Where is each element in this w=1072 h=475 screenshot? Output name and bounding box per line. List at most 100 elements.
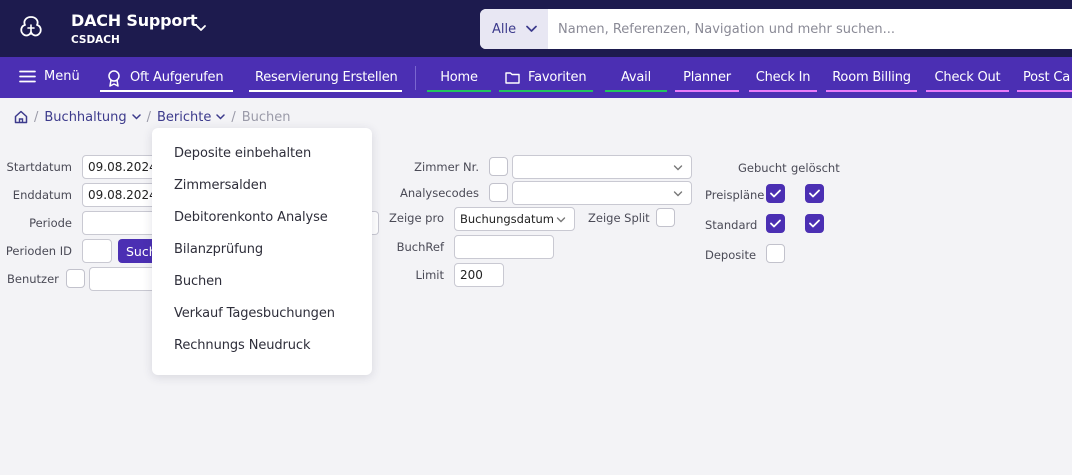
nav-underline bbox=[427, 90, 491, 92]
preisplaene-label: Preispläne bbox=[705, 188, 765, 202]
zimmer-checkbox[interactable] bbox=[489, 157, 508, 176]
nav-item-planner[interactable]: Planner bbox=[675, 57, 739, 98]
standard-gebucht-checkbox[interactable] bbox=[766, 214, 785, 233]
nav-item-label: Check Out bbox=[934, 70, 1001, 85]
nav-item-post-charges[interactable]: Post Ca bbox=[1017, 57, 1072, 98]
search-input[interactable] bbox=[548, 9, 1072, 49]
app-logo-icon[interactable] bbox=[18, 14, 44, 42]
standard-label: Standard bbox=[705, 218, 758, 232]
check-icon bbox=[809, 219, 820, 228]
menu-item-verkauf-tagesbuchungen[interactable]: Verkauf Tagesbuchungen bbox=[152, 297, 372, 329]
zimmer-select[interactable] bbox=[512, 155, 692, 179]
buchref-input[interactable] bbox=[454, 235, 554, 259]
benutzer-input[interactable] bbox=[89, 267, 159, 291]
check-icon bbox=[809, 189, 820, 198]
enddatum-label: Enddatum bbox=[12, 188, 72, 202]
breadcrumb-berichte[interactable]: Berichte bbox=[157, 110, 226, 125]
menu-button[interactable]: Menü bbox=[19, 69, 80, 84]
benutzer-checkbox[interactable] bbox=[66, 269, 85, 288]
zeige-pro-label: Zeige pro bbox=[389, 211, 444, 225]
nav-item-label: Avail bbox=[620, 70, 651, 85]
menu-item-deposite-einbehalten[interactable]: Deposite einbehalten bbox=[152, 137, 372, 169]
chevron-down-icon[interactable] bbox=[194, 21, 208, 35]
nav-item-label: Reservierung Erstellen bbox=[255, 70, 398, 85]
breadcrumb-label: Buchhaltung bbox=[44, 109, 127, 125]
nav-item-label: Post Ca bbox=[1023, 70, 1070, 85]
zimmer-label: Zimmer Nr. bbox=[414, 160, 479, 174]
nav-underline bbox=[1017, 90, 1072, 92]
search-scope-label: Alle bbox=[492, 21, 517, 37]
nav-item-label: Oft Aufgerufen bbox=[130, 70, 224, 85]
perioden-id-input[interactable] bbox=[82, 239, 112, 263]
standard-geloescht-checkbox[interactable] bbox=[805, 214, 824, 233]
nav-underline bbox=[249, 90, 402, 92]
deposite-gebucht-checkbox[interactable] bbox=[766, 244, 785, 263]
menu-item-debitorenkonto-analyse[interactable]: Debitorenkonto Analyse bbox=[152, 201, 372, 233]
nav-underline bbox=[499, 90, 593, 92]
chevron-down-icon bbox=[556, 217, 566, 223]
preisplaene-gebucht-checkbox[interactable] bbox=[766, 184, 785, 203]
nav-item-label: Room Billing bbox=[832, 70, 911, 85]
nav-item-check-in[interactable]: Check In bbox=[749, 57, 817, 98]
col-gebucht-label: Gebucht bbox=[738, 161, 787, 175]
preisplaene-geloescht-checkbox[interactable] bbox=[805, 184, 824, 203]
perioden-id-label: Perioden ID bbox=[5, 244, 72, 258]
menu-label: Menü bbox=[44, 69, 80, 84]
nav-item-reservierung-erstellen[interactable]: Reservierung Erstellen bbox=[249, 57, 402, 98]
chevron-down-icon bbox=[131, 114, 141, 120]
nav-item-label: Favoriten bbox=[528, 70, 587, 85]
nav-item-label: Home bbox=[440, 70, 478, 85]
menu-item-rechnungs-neudruck[interactable]: Rechnungs Neudruck bbox=[152, 329, 372, 361]
limit-input[interactable]: 200 bbox=[454, 263, 504, 287]
award-icon bbox=[108, 69, 120, 87]
top-header: DACH Support CSDACH Alle bbox=[0, 0, 1072, 57]
enddatum-input[interactable]: 09.08.2024 bbox=[82, 183, 162, 207]
nav-underline bbox=[675, 90, 739, 92]
nav-item-oft-aufgerufen[interactable]: Oft Aufgerufen bbox=[100, 57, 233, 98]
breadcrumb-separator: / bbox=[146, 109, 151, 125]
nav-underline bbox=[605, 90, 667, 92]
check-icon bbox=[770, 189, 781, 198]
col-geloescht-label: gelöscht bbox=[791, 161, 840, 175]
breadcrumb: / Buchhaltung / Berichte / Buchen bbox=[14, 108, 291, 126]
nav-item-label: Planner bbox=[683, 70, 731, 85]
menu-item-bilanzpruefung[interactable]: Bilanzprüfung bbox=[152, 233, 372, 265]
folder-icon bbox=[505, 72, 520, 84]
nav-item-avail[interactable]: Avail bbox=[605, 57, 667, 98]
org-name[interactable]: DACH Support bbox=[71, 11, 198, 30]
berichte-dropdown-menu: Deposite einbehalten Zimmersalden Debito… bbox=[152, 128, 372, 375]
home-icon[interactable] bbox=[14, 110, 28, 124]
deposite-label: Deposite bbox=[705, 248, 757, 262]
chevron-down-icon bbox=[526, 25, 537, 32]
nav-underline bbox=[100, 90, 233, 92]
nav-item-home[interactable]: Home bbox=[427, 57, 491, 98]
nav-item-check-out[interactable]: Check Out bbox=[926, 57, 1009, 98]
main-nav: Menü Oft Aufgerufen Reservierung Erstell… bbox=[0, 57, 1072, 98]
periode-input[interactable] bbox=[82, 211, 162, 235]
analysecodes-label: Analysecodes bbox=[400, 186, 479, 200]
chevron-down-icon bbox=[673, 191, 683, 197]
breadcrumb-buchhaltung[interactable]: Buchhaltung bbox=[44, 109, 141, 125]
breadcrumb-separator: / bbox=[34, 109, 39, 125]
buchref-label: BuchRef bbox=[396, 240, 444, 254]
breadcrumb-current: Buchen bbox=[241, 109, 291, 125]
zeige-pro-select[interactable]: Buchungsdatum bbox=[454, 207, 575, 231]
nav-underline bbox=[749, 90, 817, 92]
periode-label: Periode bbox=[29, 216, 72, 230]
nav-item-favoriten[interactable]: Favoriten bbox=[499, 57, 593, 98]
hamburger-icon bbox=[19, 70, 36, 83]
search-scope-select[interactable]: Alle bbox=[480, 9, 548, 49]
nav-item-label: Check In bbox=[755, 70, 811, 85]
analysecodes-select[interactable] bbox=[512, 181, 692, 205]
zeige-split-checkbox[interactable] bbox=[656, 208, 675, 227]
menu-item-zimmersalden[interactable]: Zimmersalden bbox=[152, 169, 372, 201]
startdatum-input[interactable]: 09.08.2024 bbox=[82, 155, 162, 179]
nav-underline bbox=[826, 90, 917, 92]
breadcrumb-separator: / bbox=[231, 109, 236, 125]
zeige-split-label: Zeige Split bbox=[588, 211, 650, 225]
limit-label: Limit bbox=[415, 268, 444, 282]
nav-item-room-billing[interactable]: Room Billing bbox=[826, 57, 917, 98]
analysecodes-checkbox[interactable] bbox=[489, 183, 508, 202]
nav-divider bbox=[415, 66, 416, 90]
menu-item-buchen[interactable]: Buchen bbox=[152, 265, 372, 297]
